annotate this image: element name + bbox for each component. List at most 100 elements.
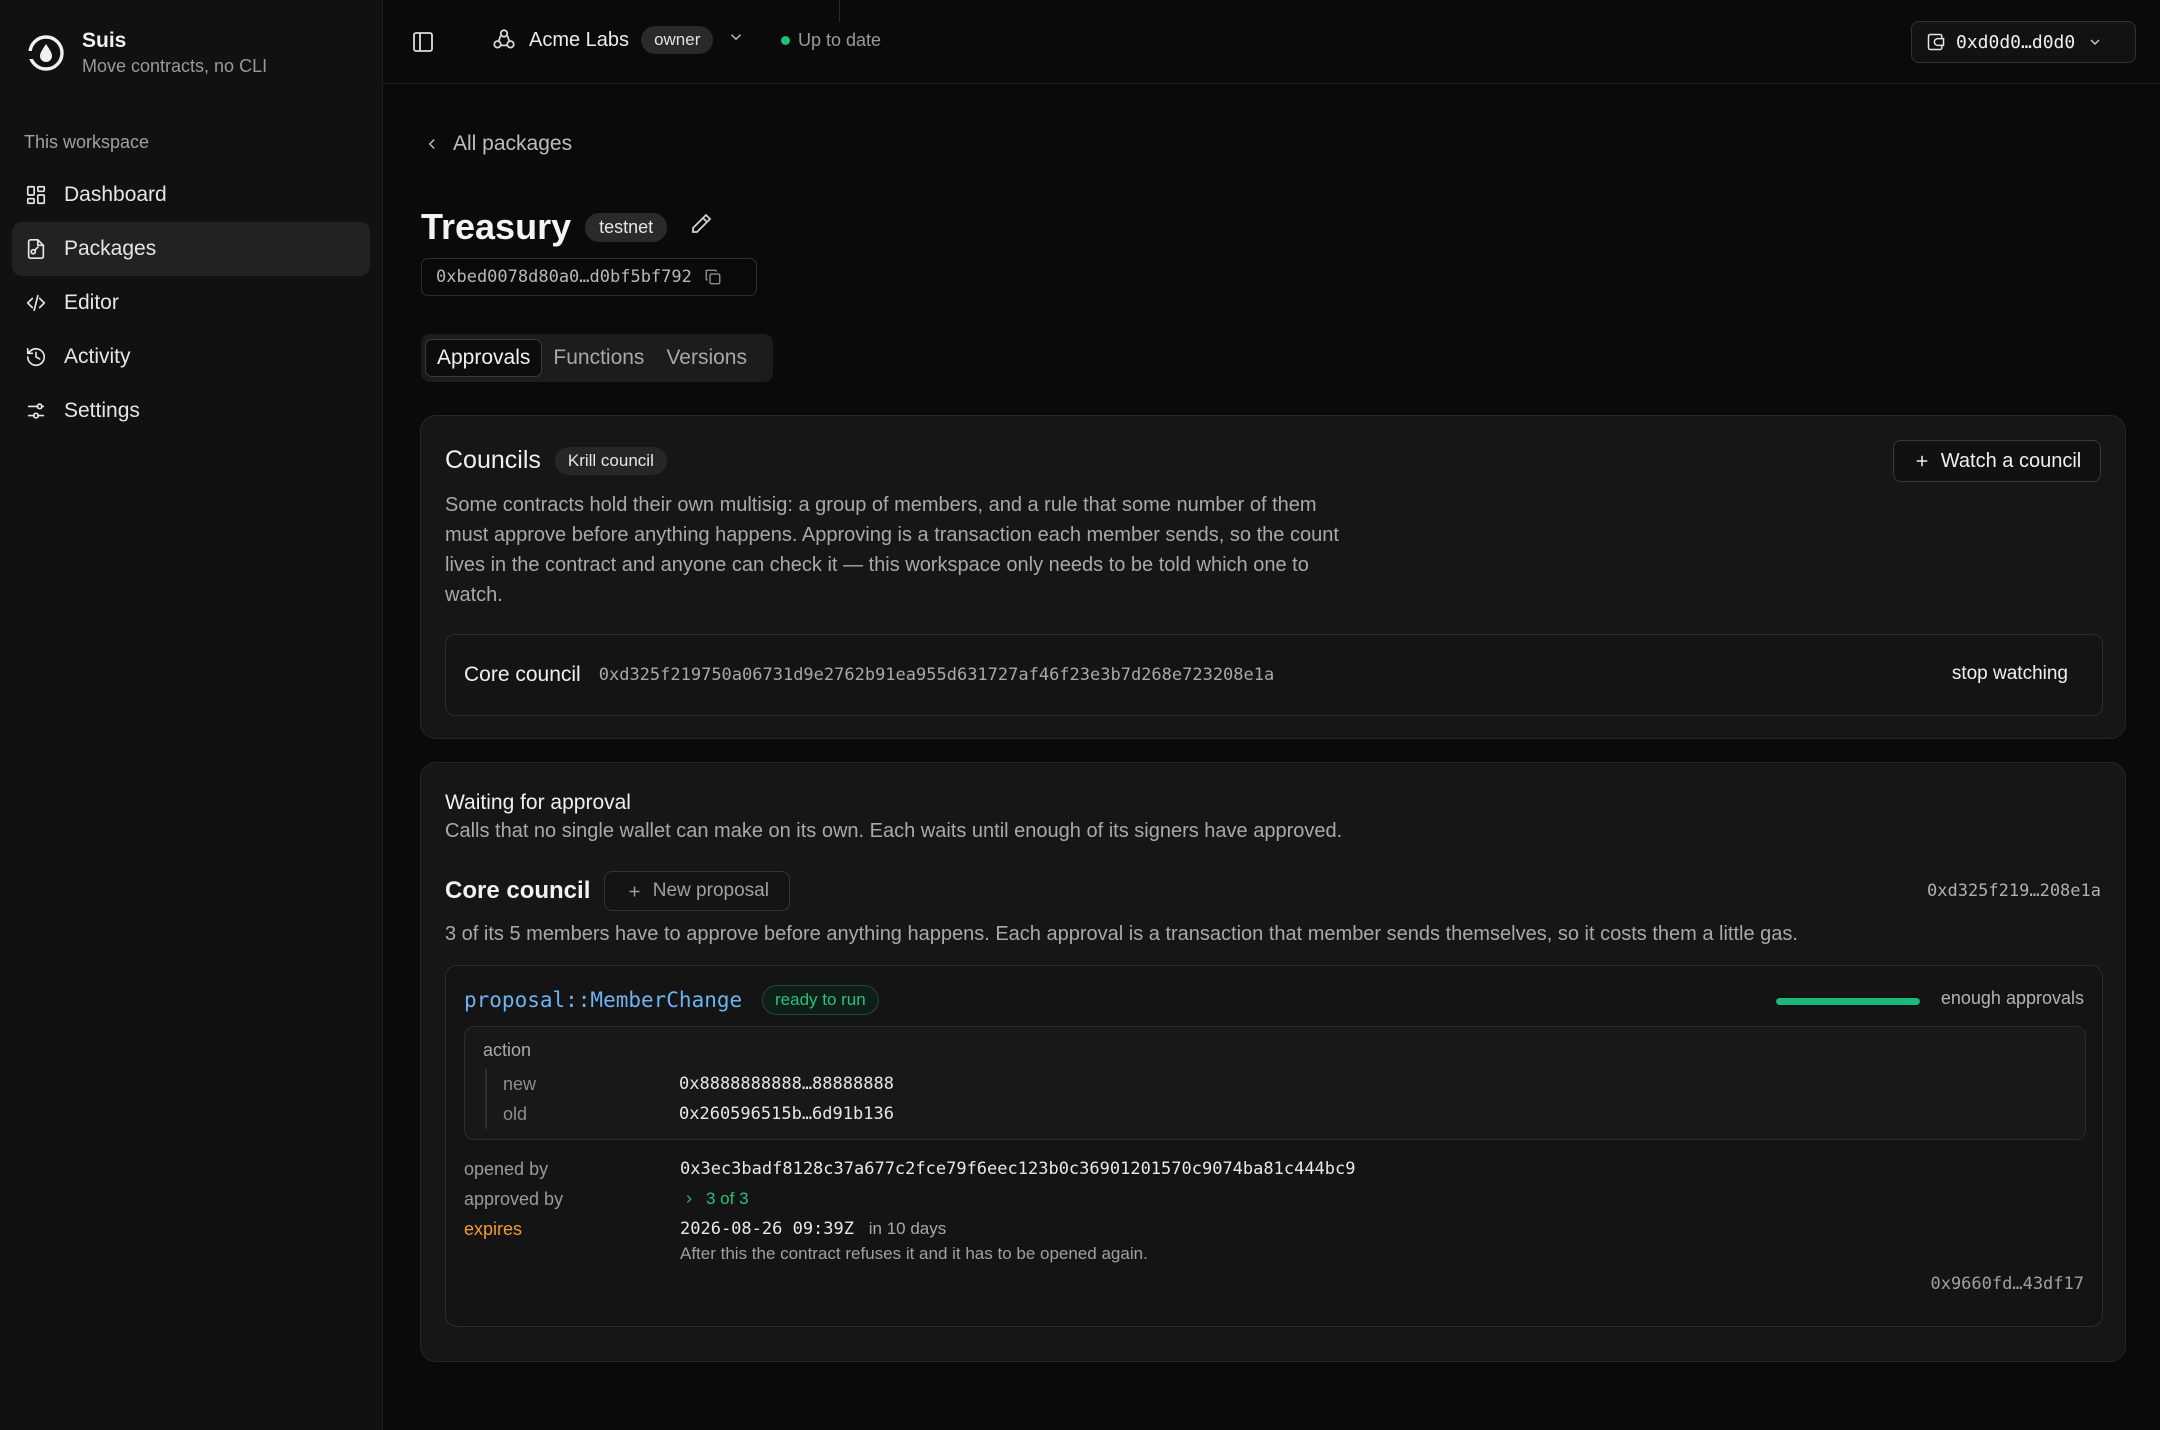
org-switcher[interactable]: Acme Labs owner bbox=[491, 26, 745, 54]
opened-by-label: opened by bbox=[464, 1159, 549, 1179]
council-section-address[interactable]: 0xd325f219…208e1a bbox=[1927, 881, 2101, 901]
approval-progress-label: enough approvals bbox=[1940, 988, 2084, 1008]
waiting-title: Waiting for approval bbox=[445, 791, 631, 814]
council-name: Core council bbox=[464, 663, 581, 686]
code-icon bbox=[24, 291, 48, 315]
org-icon bbox=[491, 27, 517, 53]
approved-by-toggle[interactable]: 3 of 3 bbox=[680, 1184, 749, 1214]
proposal-card: proposal::MemberChange ready to run enou… bbox=[445, 965, 2103, 1327]
action-label: action bbox=[483, 1040, 532, 1060]
brand-subtitle: Move contracts, no CLI bbox=[82, 56, 268, 76]
sidebar-item-packages[interactable]: Packages bbox=[12, 222, 370, 276]
councils-header: Councils Krill council bbox=[445, 446, 667, 475]
proposal-name[interactable]: proposal::MemberChange bbox=[464, 988, 742, 1012]
tab-approvals[interactable]: Approvals bbox=[425, 339, 543, 377]
tab-versions[interactable]: Versions bbox=[655, 339, 758, 377]
plus-icon bbox=[629, 886, 640, 896]
wallet-button[interactable]: 0xd0d0…d0d0 bbox=[1911, 21, 2136, 63]
status-dot bbox=[781, 36, 790, 45]
sidebar-item-dashboard[interactable]: Dashboard bbox=[12, 168, 370, 222]
new-proposal-button[interactable]: New proposal bbox=[604, 871, 791, 911]
top-bar: Acme Labs owner Up to date 0xd0d0…d0d0 bbox=[383, 0, 2160, 84]
watch-council-button[interactable]: Watch a council bbox=[1893, 440, 2101, 482]
wallet-icon bbox=[1927, 33, 1945, 51]
approved-by-count: 3 of 3 bbox=[706, 1189, 749, 1208]
history-icon bbox=[24, 345, 48, 369]
action-field-key: new bbox=[503, 1073, 537, 1094]
tab-functions[interactable]: Functions bbox=[542, 339, 655, 377]
suis-logo-icon bbox=[28, 35, 64, 71]
sidebar: Suis Move contracts, no CLI This workspa… bbox=[0, 0, 383, 1430]
back-link-label: All packages bbox=[453, 132, 573, 155]
org-name: Acme Labs bbox=[529, 28, 630, 51]
sliders-icon bbox=[24, 399, 48, 423]
council-address: 0xd325f219750a06731d9e2762b91ea955d63172… bbox=[598, 665, 1275, 685]
action-field-row: old 0x260596515b…6d91b136 bbox=[503, 1099, 894, 1129]
waiting-approval-card: Waiting for approval Calls that no singl… bbox=[420, 762, 2126, 1362]
action-field-value: 0x260596515b…6d91b136 bbox=[679, 1104, 894, 1124]
sidebar-item-label: Packages bbox=[64, 237, 157, 260]
pencil-icon bbox=[692, 213, 712, 233]
councils-card: Councils Krill council Watch a council S… bbox=[420, 415, 2126, 739]
proposal-status-badge: ready to run bbox=[762, 985, 879, 1015]
package-address-text: 0xbed0078d80a0…d0bf5bf792 bbox=[436, 267, 692, 287]
page-title: Treasury bbox=[421, 206, 572, 247]
brand-title: Suis bbox=[82, 29, 127, 52]
edit-button[interactable] bbox=[689, 212, 713, 242]
council-type-badge: Krill council bbox=[554, 446, 667, 475]
sidebar-item-activity[interactable]: Activity bbox=[12, 330, 370, 384]
chevron-right-icon bbox=[686, 1195, 692, 1203]
network-badge: testnet bbox=[585, 212, 668, 242]
status-text: Up to date bbox=[798, 30, 882, 50]
expires-date: 2026-08-26 09:39Z bbox=[680, 1219, 854, 1239]
expires-relative: in 10 days bbox=[868, 1219, 947, 1238]
proposal-meta: opened by 0x3ec3badf8128c37a677c2fce79f6… bbox=[464, 1154, 1356, 1264]
action-field-value: 0x8888888888…88888888 bbox=[679, 1074, 894, 1094]
workspace-section-label: This workspace bbox=[24, 132, 150, 152]
sidebar-item-label: Dashboard bbox=[64, 183, 167, 206]
sidebar-toggle-button[interactable] bbox=[411, 30, 435, 54]
sidebar-item-label: Activity bbox=[64, 345, 131, 368]
sidebar-nav: Dashboard Packages Editor Activity Setti… bbox=[12, 168, 370, 438]
chevron-down-icon bbox=[2090, 39, 2100, 45]
new-proposal-label: New proposal bbox=[652, 880, 769, 901]
dashboard-icon bbox=[24, 183, 48, 207]
role-badge: owner bbox=[641, 26, 714, 54]
opened-by-address: 0x3ec3badf8128c37a677c2fce79f6eec123b0c3… bbox=[680, 1159, 1356, 1179]
councils-title: Councils bbox=[445, 446, 541, 474]
action-field-key: old bbox=[503, 1103, 528, 1124]
chevron-down-icon bbox=[727, 28, 745, 52]
council-section-header: Core council New proposal bbox=[445, 871, 791, 911]
council-section-description: 3 of its 5 members have to approve befor… bbox=[445, 923, 1798, 945]
approval-progress-bar bbox=[1776, 998, 1920, 1005]
plus-icon bbox=[1916, 455, 1928, 467]
stop-watching-button[interactable]: stop watching bbox=[1952, 663, 2068, 685]
package-header: Treasury testnet bbox=[421, 206, 713, 248]
sidebar-item-label: Editor bbox=[64, 291, 119, 314]
opened-by-row: opened by 0x3ec3badf8128c37a677c2fce79f6… bbox=[464, 1154, 1356, 1184]
proposal-hash[interactable]: 0x9660fd…43df17 bbox=[1930, 1274, 2084, 1294]
divider bbox=[839, 0, 840, 22]
proposal-action: action new 0x8888888888…88888888 old 0x2… bbox=[464, 1026, 2086, 1140]
brand[interactable]: Suis Move contracts, no CLI bbox=[26, 28, 267, 78]
waiting-subtitle: Calls that no single wallet can make on … bbox=[445, 820, 1343, 842]
expires-row: expires 2026-08-26 09:39Z in 10 days Aft… bbox=[464, 1214, 1356, 1264]
copy-icon[interactable] bbox=[704, 268, 722, 286]
back-link[interactable]: All packages bbox=[423, 132, 572, 156]
sidebar-item-settings[interactable]: Settings bbox=[12, 384, 370, 438]
expires-note: After this the contract refuses it and i… bbox=[680, 1244, 1148, 1263]
watch-council-label: Watch a council bbox=[1940, 449, 2082, 472]
sidebar-item-label: Settings bbox=[64, 399, 140, 422]
approved-by-row: approved by 3 of 3 bbox=[464, 1184, 1356, 1214]
expires-label: expires bbox=[464, 1219, 523, 1239]
councils-description: Some contracts hold their own multisig: … bbox=[445, 494, 1339, 606]
package-address[interactable]: 0xbed0078d80a0…d0bf5bf792 bbox=[421, 258, 757, 296]
wallet-address: 0xd0d0…d0d0 bbox=[1956, 31, 2076, 53]
action-fields: new 0x8888888888…88888888 old 0x26059651… bbox=[485, 1069, 894, 1129]
approved-by-label: approved by bbox=[464, 1189, 564, 1209]
council-section-name: Core council bbox=[445, 877, 591, 904]
panel-left-icon bbox=[413, 32, 433, 52]
council-row: Core council 0xd325f219750a06731d9e2762b… bbox=[445, 634, 2103, 716]
sidebar-item-editor[interactable]: Editor bbox=[12, 276, 370, 330]
approval-progress-fill bbox=[1776, 998, 1920, 1005]
